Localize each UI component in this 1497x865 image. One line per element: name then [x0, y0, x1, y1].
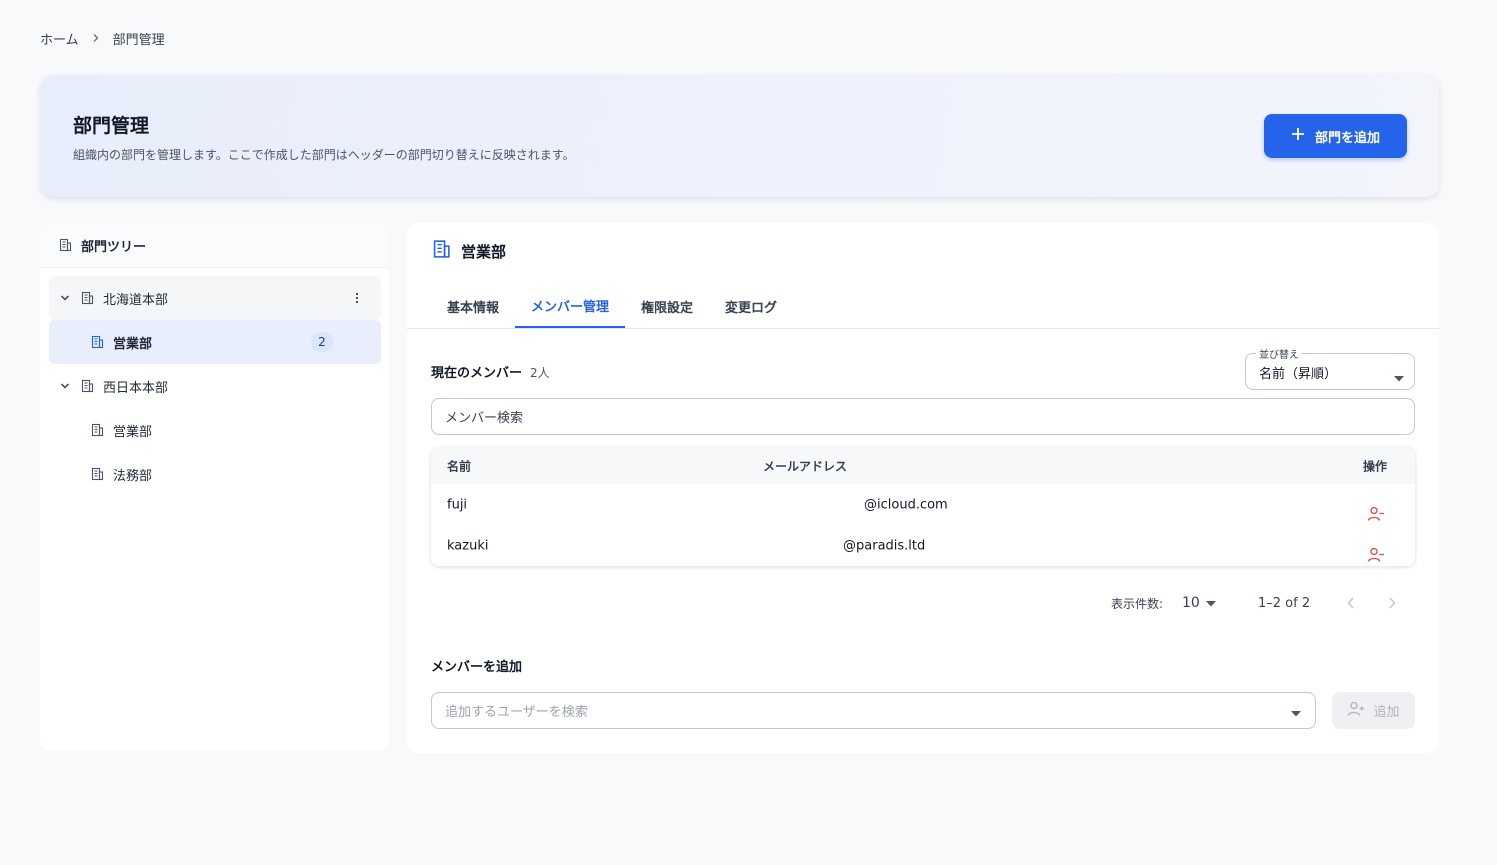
building-icon [79, 290, 95, 306]
building-icon [89, 422, 105, 438]
tab-bar: 基本情報 メンバー管理 権限設定 変更ログ [431, 284, 793, 328]
member-search-placeholder: メンバー検索 [445, 411, 524, 426]
tree-item-sales-hokkaido[interactable]: 営業部 2 [49, 320, 381, 364]
building-icon [57, 237, 73, 253]
tab-change-log[interactable]: 変更ログ [709, 284, 793, 328]
breadcrumb-current: 部門管理 [112, 32, 165, 48]
tree-item-label: 北海道本部 [103, 292, 169, 308]
rows-per-page-value: 10 [1182, 595, 1200, 611]
page-subtitle: 組織内の部門を管理します。ここで作成した部門はヘッダーの部門切り替えに反映されま… [73, 148, 575, 162]
sort-label: 並び替え [1256, 346, 1302, 361]
department-title: 営業部 [431, 240, 506, 262]
user-add-icon [1347, 700, 1365, 722]
breadcrumb-home[interactable]: ホーム [40, 29, 79, 48]
tree-item-label: 法務部 [113, 468, 153, 484]
chevron-right-icon [89, 31, 103, 45]
member-name: fuji [447, 497, 468, 512]
member-email: @icloud.com [864, 497, 948, 512]
rows-per-page-label: 表示件数: [1111, 596, 1164, 611]
add-member-label: 追加 [1373, 705, 1400, 720]
user-remove-icon[interactable] [1367, 546, 1385, 564]
table-row: fuji @icloud.com [431, 484, 1415, 525]
members-header: 現在のメンバー 2人 [431, 362, 550, 381]
column-email: メールアドレス [763, 459, 848, 473]
tab-basic-info[interactable]: 基本情報 [431, 284, 515, 328]
page-title: 部門管理 [73, 115, 150, 137]
tree-item-nishinihon[interactable]: 西日本本部 [49, 364, 381, 408]
building-icon [89, 334, 105, 350]
members-title: 現在のメンバー [431, 366, 523, 381]
column-name: 名前 [447, 459, 472, 473]
tree-item-hokkaido[interactable]: 北海道本部 [49, 276, 381, 320]
building-icon [431, 239, 451, 263]
chevron-down-icon[interactable] [57, 290, 73, 306]
add-department-label: 部門を追加 [1314, 130, 1380, 146]
chevron-right-icon[interactable] [1387, 591, 1397, 615]
chevron-down-icon[interactable] [57, 378, 73, 394]
members-table: 名前 メールアドレス 操作 fuji @icloud.com kazuki @p… [431, 447, 1415, 566]
member-name: kazuki [447, 538, 489, 553]
add-member-button[interactable]: 追加 [1332, 692, 1415, 729]
member-count-badge: 2 [311, 332, 333, 352]
pagination-range: 1–2 of 2 [1258, 595, 1311, 611]
tab-permissions[interactable]: 権限設定 [625, 284, 709, 328]
tree-title: 部門ツリー [81, 239, 147, 255]
department-name: 営業部 [461, 242, 507, 261]
tab-divider [407, 328, 1439, 329]
tree-item-label: 西日本本部 [103, 380, 169, 396]
add-member-title: メンバーを追加 [431, 660, 523, 675]
plus-icon [1291, 127, 1305, 145]
arrow-drop-down-icon [1394, 367, 1404, 386]
sort-value: 名前（昇順） [1259, 367, 1338, 382]
tree-item-sales-nishinihon[interactable]: 営業部 [49, 408, 381, 452]
table-header: 名前 メールアドレス 操作 [431, 447, 1415, 484]
tree-item-label: 営業部 [113, 424, 153, 440]
rows-per-page-select[interactable]: 10 [1182, 591, 1216, 615]
arrow-drop-down-icon [1291, 706, 1301, 721]
tree-item-legal[interactable]: 法務部 [49, 452, 381, 496]
building-icon [89, 466, 105, 482]
department-tree: 部門ツリー 北海道本部 営業部 2 西日本本部 営業部 法務部 [40, 223, 389, 751]
department-detail-panel: 営業部 基本情報 メンバー管理 権限設定 変更ログ 現在のメンバー 2人 並び替… [407, 223, 1439, 753]
arrow-drop-down-icon [1205, 596, 1216, 610]
members-count: 2人 [530, 366, 550, 380]
building-icon [79, 378, 95, 394]
user-remove-icon[interactable] [1367, 505, 1385, 523]
user-search-select[interactable]: 追加するユーザーを検索 [431, 692, 1316, 729]
tab-member-management[interactable]: メンバー管理 [515, 284, 626, 328]
table-row: kazuki @paradis.ltd [431, 525, 1415, 566]
page-header: 部門管理 組織内の部門を管理します。ここで作成した部門はヘッダーの部門切り替えに… [40, 75, 1439, 197]
add-department-button[interactable]: 部門を追加 [1264, 114, 1407, 158]
tree-header: 部門ツリー [40, 223, 389, 268]
more-vert-icon[interactable] [349, 290, 365, 306]
member-email: @paradis.ltd [843, 538, 926, 553]
chevron-left-icon[interactable] [1346, 591, 1356, 615]
user-search-placeholder: 追加するユーザーを検索 [445, 705, 588, 720]
member-search-input[interactable]: メンバー検索 [431, 398, 1415, 435]
sort-select[interactable]: 並び替え 名前（昇順） [1245, 346, 1415, 390]
breadcrumb: ホーム 部門管理 [40, 28, 165, 48]
tree-item-label: 営業部 [113, 336, 153, 352]
column-actions: 操作 [1362, 459, 1387, 473]
